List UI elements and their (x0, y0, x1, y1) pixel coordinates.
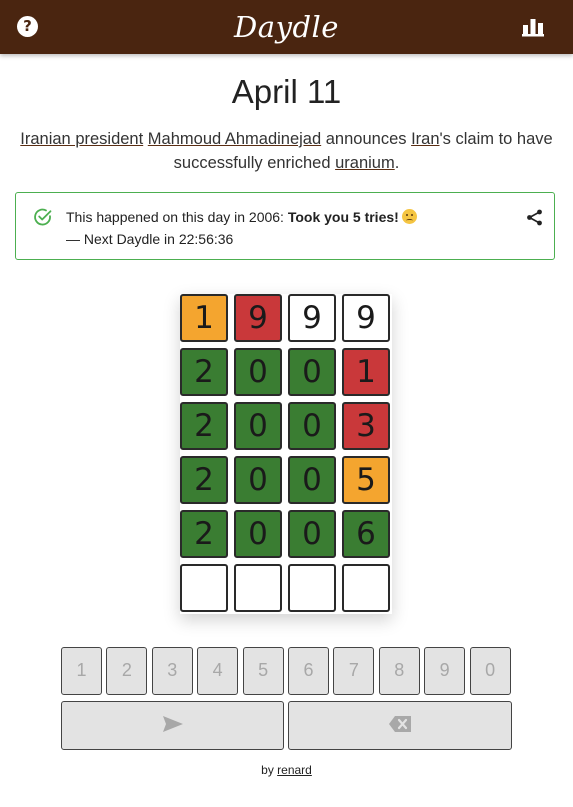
event-link[interactable]: uranium (335, 154, 395, 172)
digit-key-8[interactable]: 8 (378, 647, 420, 695)
grid-tile: 0 (288, 402, 336, 450)
grid-tile (234, 564, 282, 612)
app-header: ? Daydle (0, 0, 573, 54)
grid-tile (342, 564, 390, 612)
grid-tile: 0 (234, 348, 282, 396)
digit-key-1[interactable]: 1 (61, 647, 102, 695)
grid-tile (180, 564, 228, 612)
check-circle-icon (34, 208, 52, 226)
digit-key-7[interactable]: 7 (333, 647, 375, 695)
result-message: This happened on this day in 2006: Took … (66, 208, 417, 226)
app-logo: Daydle (234, 10, 339, 44)
grid-tile: 0 (234, 510, 282, 558)
grid-tile: 5 (342, 456, 390, 504)
event-text: . (394, 154, 400, 172)
event-description: Iranian president Mahmoud Ahmadinejad an… (15, 127, 558, 175)
send-icon (162, 715, 183, 732)
bar-chart-icon (522, 19, 544, 37)
grid-tile: 2 (180, 456, 228, 504)
grid-tile: 1 (180, 294, 228, 342)
event-text: announces (321, 130, 412, 148)
result-tries: Took you 5 tries! (287, 209, 399, 225)
grid-tile: 1 (342, 348, 390, 396)
grid-tile: 0 (288, 456, 336, 504)
grid-tile: 0 (288, 510, 336, 558)
grid-tile: 2 (180, 510, 228, 558)
grid-tile: 9 (234, 294, 282, 342)
grid-tile: 9 (342, 294, 390, 342)
submit-button[interactable] (61, 701, 284, 750)
backspace-icon (389, 715, 411, 732)
guess-grid: 19992001200320052006 (180, 294, 392, 614)
digit-key-2[interactable]: 2 (106, 647, 148, 695)
digit-key-5[interactable]: 5 (242, 647, 284, 695)
result-banner: This happened on this day in 2006: Took … (15, 192, 555, 260)
grid-tile: 2 (180, 348, 228, 396)
backspace-button[interactable] (288, 701, 512, 750)
digit-key-4[interactable]: 4 (197, 647, 239, 695)
grid-tile: 0 (288, 348, 336, 396)
page-title: April 11 (231, 73, 342, 110)
event-link[interactable]: Mahmoud Ahmadinejad (148, 130, 321, 148)
result-prefix: This happened on this day in 2006: (66, 209, 288, 225)
grid-tile: 3 (342, 402, 390, 450)
grid-tile: 2 (180, 402, 228, 450)
grid-tile (288, 564, 336, 612)
digit-key-9[interactable]: 9 (424, 647, 466, 695)
event-link[interactable]: Iranian president (20, 130, 143, 148)
footer-credit: by renard (0, 763, 573, 777)
digit-key-3[interactable]: 3 (151, 647, 193, 695)
digit-key-6[interactable]: 6 (288, 647, 329, 695)
grid-tile: 6 (342, 510, 390, 558)
digit-key-0[interactable]: 0 (469, 647, 511, 695)
footer-by: by (261, 763, 278, 777)
next-daydle-countdown: — Next Daydle in 22:56:36 (66, 231, 234, 247)
author-link[interactable]: renard (277, 763, 312, 777)
grid-tile: 9 (288, 294, 336, 342)
stats-button[interactable] (521, 16, 545, 38)
grid-tile: 0 (234, 402, 282, 450)
share-icon[interactable] (526, 209, 543, 226)
grid-tile: 0 (234, 456, 282, 504)
event-link[interactable]: Iran (411, 130, 439, 148)
disappointed-face-icon (401, 209, 417, 224)
